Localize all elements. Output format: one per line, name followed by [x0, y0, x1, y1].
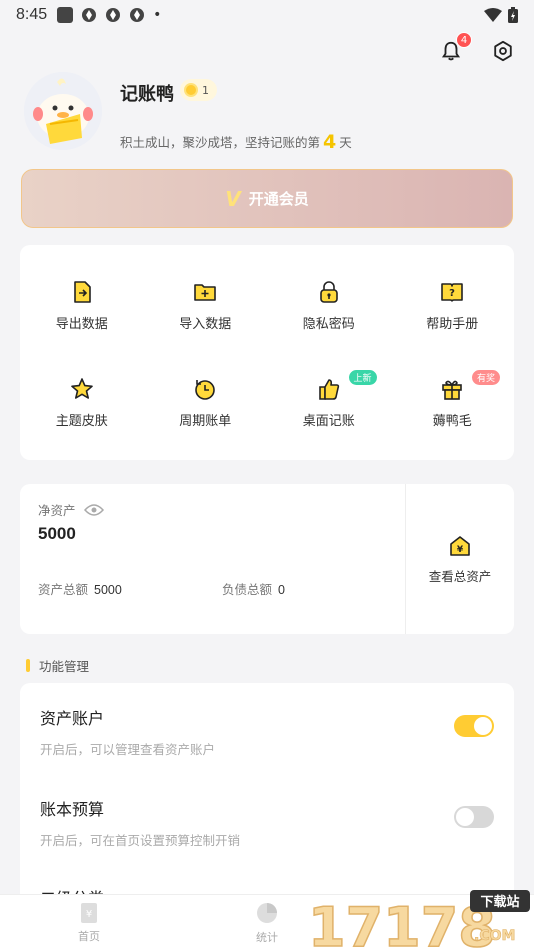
star-icon [69, 376, 95, 402]
total-debt-value: 0 [278, 583, 285, 597]
lock-icon [316, 279, 342, 305]
grid-item-reward[interactable]: 薅鸭毛 有奖 [391, 362, 515, 459]
motto-suffix: 天 [339, 135, 352, 150]
level-badge[interactable]: 1 [180, 79, 217, 101]
asset-card: 净资产 5000 资产总额 5000 负债总额 0 ¥ 查看总资产 [20, 484, 514, 634]
grid-item-theme[interactable]: 主题皮肤 [20, 362, 144, 459]
grid-label: 导入数据 [179, 317, 232, 332]
grid-item-import[interactable]: 导入数据 [144, 265, 268, 362]
section-title-text: 功能管理 [39, 659, 90, 674]
total-debt: 负债总额 0 [222, 579, 285, 598]
battery-icon [508, 7, 518, 23]
duck-mascot-icon [24, 72, 102, 150]
wifi-icon [484, 8, 502, 22]
asset-summary[interactable]: 净资产 5000 资产总额 5000 负债总额 0 [20, 484, 406, 634]
export-icon [69, 279, 95, 305]
system-notification-icon [106, 8, 121, 22]
grid-label: 桌面记账 [302, 414, 355, 429]
func-title: 账本预算 [40, 800, 105, 819]
section-accent-bar [26, 659, 30, 672]
header-actions: 4 [438, 32, 516, 64]
svg-text:17178: 17178 [308, 896, 496, 950]
notification-badge: 4 [456, 32, 472, 48]
total-assets-label: 资产总额 [38, 582, 89, 597]
reward-tag: 有奖 [472, 370, 501, 385]
total-assets: 资产总额 5000 [38, 579, 122, 598]
pie-chart-icon [257, 902, 277, 923]
grid-item-export[interactable]: 导出数据 [20, 265, 144, 362]
home-ledger-icon: ¥ [81, 902, 97, 923]
gift-icon [439, 376, 465, 402]
status-bar: 8:45 • [0, 0, 534, 30]
cycle-icon [192, 376, 218, 402]
grid-item-privacy[interactable]: 隐私密码 [267, 265, 391, 362]
eye-icon[interactable] [83, 503, 104, 517]
net-assets-label: 净资产 [38, 500, 104, 519]
motto-prefix: 积土成山，聚沙成塔，坚持记账的第 [120, 135, 321, 150]
system-notification-icon [130, 8, 145, 22]
app-notification-icon [57, 7, 74, 23]
profile-section: 记账鸭 1 积土成山，聚沙成塔，坚持记账的第 4 天 [24, 72, 514, 154]
budget-toggle[interactable] [454, 806, 494, 828]
total-debt-label: 负债总额 [222, 582, 273, 597]
vip-icon: V [225, 186, 241, 211]
net-assets-value: 5000 [38, 524, 76, 543]
grid-item-help[interactable]: ? 帮助手册 [391, 265, 515, 362]
svg-text:¥: ¥ [457, 545, 464, 555]
coin-icon [184, 83, 198, 97]
svg-text:?: ? [449, 288, 455, 299]
grid-label: 导出数据 [55, 317, 108, 332]
asset-account-toggle[interactable] [454, 715, 494, 737]
notification-button[interactable]: 4 [438, 32, 472, 64]
gear-icon [494, 40, 512, 62]
tab-label: 统计 [256, 930, 278, 944]
grid-label: 周期账单 [179, 414, 232, 429]
view-all-assets-button[interactable]: ¥ 查看总资产 [406, 484, 514, 634]
function-section-title: 功能管理 [26, 656, 89, 675]
help-book-icon: ? [439, 279, 465, 305]
svg-text:¥: ¥ [86, 909, 92, 920]
func-desc: 开启后，可以管理查看资产账户 [40, 742, 216, 757]
func-desc: 开启后，可在首页设置预算控制开销 [40, 833, 241, 848]
status-time: 8:45 [16, 6, 48, 23]
func-row-budget: 账本预算 开启后，可在首页设置预算控制开销 [40, 796, 494, 849]
grid-label: 帮助手册 [426, 317, 479, 332]
total-assets-value: 5000 [94, 583, 122, 597]
user-name: 记账鸭 [120, 84, 174, 105]
func-row-asset-account: 资产账户 开启后，可以管理查看资产账户 [40, 705, 494, 758]
grid-label: 隐私密码 [302, 317, 355, 332]
net-assets-label-text: 净资产 [38, 503, 76, 518]
grid-item-widget[interactable]: 桌面记账 上新 [267, 362, 391, 459]
grid-label: 薅鸭毛 [432, 414, 472, 429]
status-more-dot: • [153, 7, 162, 23]
motto-text: 积土成山，聚沙成塔，坚持记账的第 4 天 [120, 130, 352, 153]
widget-icon [316, 376, 342, 402]
house-yuan-icon: ¥ [450, 535, 470, 556]
vip-label: 开通会员 [248, 190, 309, 208]
new-tag: 上新 [348, 370, 377, 385]
grid-item-cycle[interactable]: 周期账单 [144, 362, 268, 459]
streak-days: 4 [323, 131, 337, 153]
svg-text:下载站: 下载站 [480, 894, 519, 910]
settings-button[interactable] [490, 38, 516, 64]
tab-label: 首页 [78, 929, 100, 943]
avatar[interactable] [24, 72, 102, 150]
grid-label: 主题皮肤 [55, 414, 108, 429]
toggle-knob [474, 717, 492, 735]
system-notification-icon [82, 8, 97, 22]
tools-grid-card: 导出数据 导入数据 隐私密码 ? 帮助手册 主题皮肤 周期账单 桌面记账 上新 [20, 245, 514, 460]
view-all-assets-label: 查看总资产 [428, 568, 492, 584]
import-icon [192, 279, 218, 305]
site-watermark: 17178 下载站 .COM [307, 890, 534, 950]
toggle-knob [456, 808, 474, 826]
tab-home[interactable]: ¥ 首页 [0, 895, 178, 950]
func-title: 资产账户 [40, 709, 105, 728]
svg-text:.COM: .COM [474, 928, 515, 944]
level-value: 1 [202, 83, 209, 97]
vip-button[interactable]: V 开通会员 [21, 169, 513, 228]
